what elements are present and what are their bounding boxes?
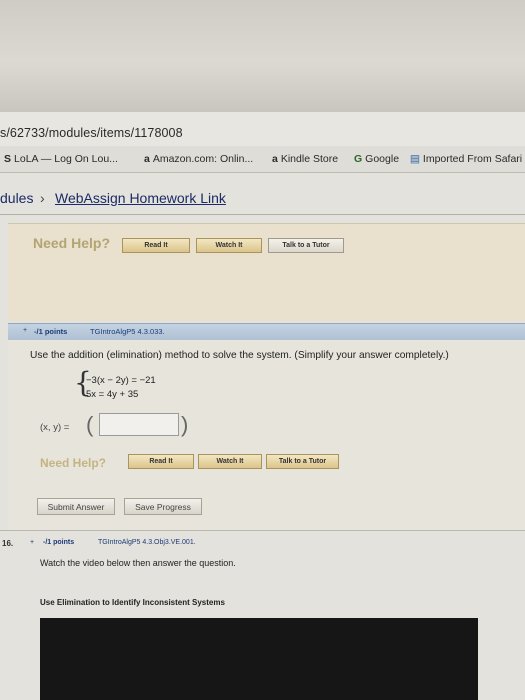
read-it-button[interactable]: Read It xyxy=(122,238,190,253)
breadcrumb-parent[interactable]: dules xyxy=(0,190,33,206)
question-points: -/1 points xyxy=(43,539,75,546)
google-icon: G xyxy=(354,153,363,165)
amazon-icon: a xyxy=(272,153,278,165)
amazon-icon: a xyxy=(144,153,150,165)
question-instruction: Use the addition (elimination) method to… xyxy=(30,350,449,361)
lola-icon: S xyxy=(4,153,12,165)
breadcrumb-separator: › xyxy=(40,190,45,206)
watch-it-button[interactable]: Watch It xyxy=(196,238,262,253)
question-instruction: Watch the video below then answer the qu… xyxy=(40,558,236,568)
open-paren: ( xyxy=(86,412,94,437)
question-header xyxy=(8,323,525,341)
equation-1: −3(x − 2y) = −21 xyxy=(86,375,156,386)
breadcrumb-current[interactable]: WebAssign Homework Link xyxy=(55,190,226,206)
video-player[interactable] xyxy=(40,618,478,700)
folder-icon: ▤ xyxy=(410,153,420,165)
talk-to-tutor-button[interactable]: Talk to a Tutor xyxy=(268,238,344,253)
video-title: Use Elimination to Identify Inconsistent… xyxy=(40,598,225,607)
equation-2: 5x = 4y + 35 xyxy=(86,389,139,400)
url-text[interactable]: s/62733/modules/items/1178008 xyxy=(0,126,183,140)
bookmark-lola[interactable]: S LoLA — Log On Lou... xyxy=(4,153,118,165)
bookmark-imported-folder[interactable]: ▤ Imported From Safari xyxy=(410,153,522,165)
read-it-button[interactable]: Read It xyxy=(128,454,194,469)
save-progress-button[interactable]: Save Progress xyxy=(124,498,202,515)
watch-it-button[interactable]: Watch It xyxy=(198,454,262,469)
question-number: 16. xyxy=(2,539,14,548)
close-paren: ) xyxy=(181,412,189,437)
question-points: -/1 points xyxy=(34,327,68,336)
answer-input[interactable] xyxy=(99,413,179,436)
divider xyxy=(0,214,525,215)
expand-icon[interactable]: + xyxy=(30,539,34,546)
divider xyxy=(0,530,525,531)
bookmark-kindle[interactable]: a Kindle Store xyxy=(272,153,338,165)
question-code: TGIntroAlgP5 4.3.Obj3.VE.001. xyxy=(98,539,196,546)
bookmark-google[interactable]: G Google xyxy=(354,153,399,165)
need-help-label: Need Help? xyxy=(40,456,107,470)
bookmark-amazon[interactable]: a Amazon.com: Onlin... xyxy=(144,153,253,165)
expand-icon[interactable]: + xyxy=(23,327,27,334)
screen-bezel xyxy=(0,0,525,112)
talk-to-tutor-button[interactable]: Talk to a Tutor xyxy=(266,454,339,469)
need-help-label: Need Help? xyxy=(33,235,111,251)
submit-answer-button[interactable]: Submit Answer xyxy=(37,498,115,515)
question-code: TGIntroAlgP5 4.3.033. xyxy=(90,327,165,336)
answer-label: (x, y) = xyxy=(40,422,70,433)
